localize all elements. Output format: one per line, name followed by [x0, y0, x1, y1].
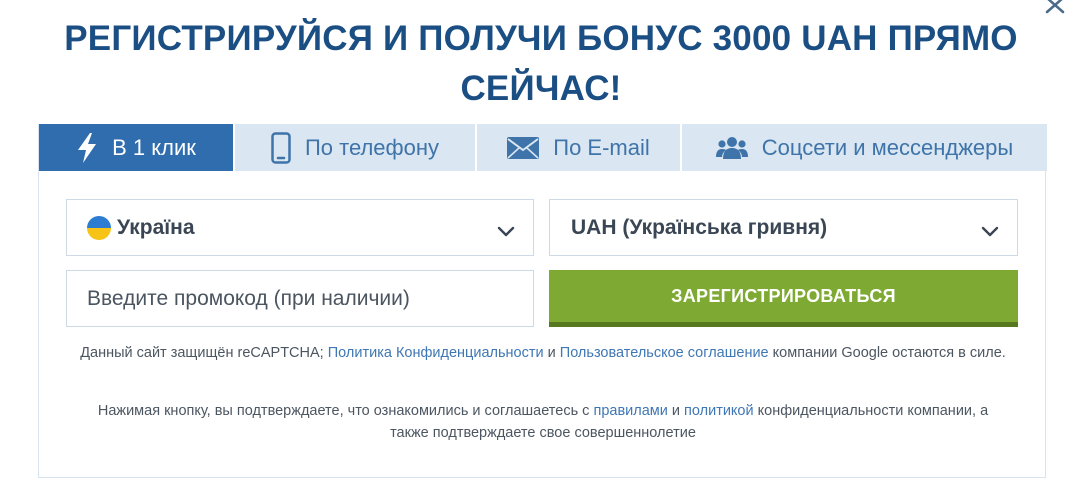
recaptcha-notice: Данный сайт защищён reCAPTCHA; Политика … — [79, 342, 1007, 364]
page-title: РЕГИСТРИРУЙСЯ И ПОЛУЧИ БОНУС 3000 UAH ПР… — [64, 19, 1018, 108]
envelope-icon — [507, 136, 540, 159]
recaptcha-and: и — [547, 345, 556, 361]
currency-select[interactable]: UAH (Українська гривня) — [549, 199, 1018, 256]
phone-icon — [271, 131, 291, 164]
rules-link[interactable]: правилами — [593, 403, 667, 419]
tab-email-label: По E-mail — [553, 134, 650, 160]
consent-notice: Нажимая кнопку, вы подтверждаете, что оз… — [79, 400, 1007, 444]
recaptcha-suffix: компании Google остаются в силе. — [772, 345, 1006, 361]
chevron-down-icon — [981, 220, 999, 244]
privacy-policy-link[interactable]: Политика Конфиденциальности — [328, 345, 544, 361]
users-icon — [715, 136, 748, 160]
tab-email[interactable]: По E-mail — [477, 124, 682, 171]
currency-value: UAH (Українська гривня) — [571, 215, 828, 239]
promo-code-input[interactable] — [66, 270, 534, 327]
chevron-down-icon — [497, 220, 515, 244]
tab-social[interactable]: Соцсети и мессенджеры — [682, 124, 1047, 171]
tab-one-click-label: В 1 клик — [112, 134, 196, 160]
tab-phone[interactable]: По телефону — [235, 124, 477, 171]
ukraine-flag-icon — [87, 215, 111, 240]
recaptcha-prefix: Данный сайт защищён reCAPTCHA; — [80, 345, 324, 361]
consent-prefix: Нажимая кнопку, вы подтверждаете, что оз… — [97, 403, 590, 419]
tab-one-click[interactable]: В 1 клик — [39, 124, 235, 171]
lightning-icon — [76, 132, 98, 163]
close-icon — [1042, 0, 1068, 20]
tab-social-label: Соцсети и мессенджеры — [761, 134, 1014, 160]
country-value: Україна — [117, 215, 195, 239]
tab-phone-label: По телефону — [304, 134, 440, 160]
consent-and: и — [671, 403, 680, 419]
register-button[interactable]: ЗАРЕГИСТРИРОВАТЬСЯ — [549, 270, 1018, 327]
privacy-link[interactable]: политикой — [684, 403, 754, 419]
country-select[interactable]: Україна — [66, 199, 534, 256]
registration-form: В 1 клик По телефону По E-mail Соцсети и… — [38, 124, 1047, 478]
close-button[interactable] — [1042, 0, 1068, 20]
registration-tabs: В 1 клик По телефону По E-mail Соцсети и… — [39, 124, 1047, 171]
terms-link[interactable]: Пользовательское соглашение — [560, 345, 769, 361]
